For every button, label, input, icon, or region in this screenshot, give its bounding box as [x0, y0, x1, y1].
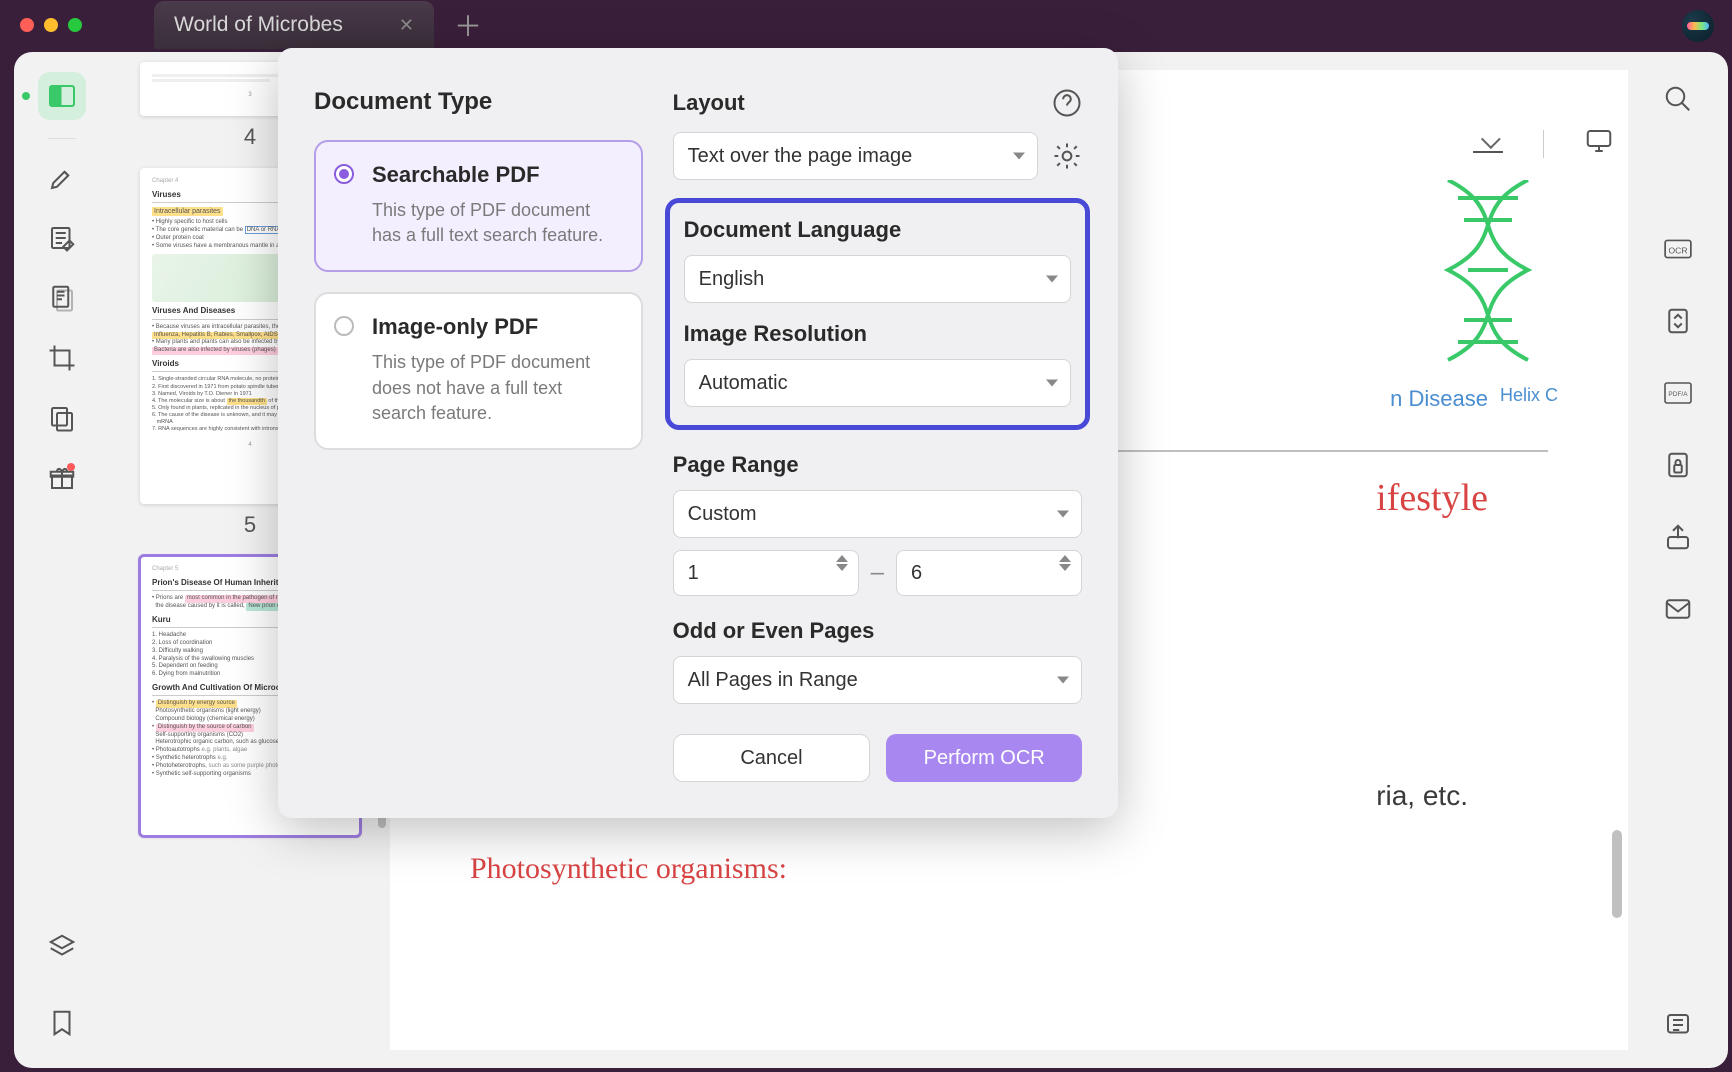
resolution-select[interactable]: Automatic — [684, 359, 1071, 407]
fullscreen-window-icon[interactable] — [68, 18, 82, 32]
divider — [1543, 130, 1544, 158]
stepper-up-icon[interactable] — [836, 555, 848, 562]
tab-title: World of Microbes — [174, 13, 343, 37]
pages-tool-icon[interactable] — [41, 277, 83, 319]
chevron-down-icon — [1057, 511, 1069, 518]
convert-icon[interactable] — [1659, 302, 1697, 340]
divider — [48, 138, 76, 139]
close-window-icon[interactable] — [20, 18, 34, 32]
chevron-down-icon — [1046, 276, 1058, 283]
range-to-value: 6 — [911, 562, 922, 585]
range-from-input[interactable]: 1 — [673, 550, 859, 596]
ocr-dialog: Document Type Searchable PDF This type o… — [278, 48, 1118, 818]
language-select[interactable]: English — [684, 255, 1071, 303]
document-scrollbar[interactable] — [1612, 830, 1622, 918]
mail-icon[interactable] — [1659, 590, 1697, 628]
ocr-icon[interactable]: OCR — [1659, 230, 1697, 268]
presentation-icon[interactable] — [1584, 126, 1614, 161]
gift-icon[interactable] — [41, 457, 83, 499]
bookmark-icon[interactable] — [41, 1002, 83, 1044]
app-mode-icon[interactable] — [38, 72, 86, 120]
odd-even-value: All Pages in Range — [688, 669, 858, 692]
annotate-tool-icon[interactable] — [41, 217, 83, 259]
svg-text:OCR: OCR — [1668, 245, 1687, 255]
page-range-select[interactable]: Custom — [673, 490, 1082, 538]
window-controls — [20, 18, 82, 32]
layers-icon[interactable] — [41, 926, 83, 968]
resolution-value: Automatic — [699, 372, 788, 395]
tabs-area: World of Microbes ✕ ＋ — [154, 1, 482, 49]
app-brand-icon[interactable] — [1682, 10, 1714, 42]
search-icon[interactable] — [1659, 80, 1697, 118]
pdfa-icon[interactable]: PDF/A — [1659, 374, 1697, 412]
help-icon[interactable] — [1052, 88, 1082, 118]
layout-select[interactable]: Text over the page image — [673, 132, 1038, 180]
share-icon[interactable] — [1659, 518, 1697, 556]
chevron-down-icon — [1046, 380, 1058, 387]
image-resolution-label: Image Resolution — [684, 321, 1071, 347]
option-description: This type of PDF document does not have … — [372, 350, 621, 426]
tab-world-of-microbes[interactable]: World of Microbes ✕ — [154, 1, 434, 49]
perform-label: Perform OCR — [924, 747, 1045, 770]
range-from-value: 1 — [688, 562, 699, 585]
document-language-label: Document Language — [684, 217, 1071, 243]
doc-subheading: Photosynthetic organisms: — [470, 852, 1548, 886]
new-tab-button[interactable]: ＋ — [454, 5, 482, 45]
option-description: This type of PDF document has a full tex… — [372, 198, 621, 248]
layout-label: Layout — [673, 90, 745, 116]
helix-illustration: Helix C — [1428, 180, 1558, 406]
odd-even-select[interactable]: All Pages in Range — [673, 656, 1082, 704]
right-sidebar: OCR PDF/A — [1628, 52, 1728, 1068]
stepper-up-icon[interactable] — [1059, 555, 1071, 562]
gear-icon[interactable] — [1052, 141, 1082, 171]
title-bar: World of Microbes ✕ ＋ — [0, 0, 1732, 50]
stepper-down-icon[interactable] — [1059, 564, 1071, 571]
cancel-button[interactable]: Cancel — [673, 734, 871, 782]
notes-icon[interactable] — [1659, 1006, 1697, 1044]
perform-ocr-button[interactable]: Perform OCR — [886, 734, 1082, 782]
copy-tool-icon[interactable] — [41, 397, 83, 439]
page-range-label: Page Range — [673, 452, 1082, 478]
radio-icon — [334, 164, 354, 184]
document-type-label: Document Type — [314, 88, 643, 116]
option-title: Image-only PDF — [372, 314, 621, 340]
svg-text:PDF/A: PDF/A — [1668, 391, 1688, 398]
disease-label: n Disease — [1390, 386, 1488, 412]
layout-value: Text over the page image — [688, 145, 913, 168]
range-dash: – — [871, 559, 884, 587]
dropdown-caret-icon[interactable] — [1473, 135, 1503, 153]
crop-tool-icon[interactable] — [41, 337, 83, 379]
chevron-down-icon — [1013, 153, 1025, 160]
lock-file-icon[interactable] — [1659, 446, 1697, 484]
range-to-input[interactable]: 6 — [896, 550, 1082, 596]
highlighter-tool-icon[interactable] — [41, 157, 83, 199]
minimize-window-icon[interactable] — [44, 18, 58, 32]
option-title: Searchable PDF — [372, 162, 621, 188]
page-range-value: Custom — [688, 503, 757, 526]
radio-icon — [334, 316, 354, 336]
image-only-pdf-option[interactable]: Image-only PDF This type of PDF document… — [314, 292, 643, 450]
top-right-toolbar — [1473, 126, 1614, 161]
cancel-label: Cancel — [740, 747, 802, 770]
chevron-down-icon — [1057, 677, 1069, 684]
left-sidebar — [14, 52, 110, 1068]
close-tab-icon[interactable]: ✕ — [399, 15, 414, 36]
stepper-down-icon[interactable] — [836, 564, 848, 571]
odd-even-label: Odd or Even Pages — [673, 618, 1082, 644]
language-value: English — [699, 268, 765, 291]
highlighted-settings-group: Document Language English Image Resoluti… — [665, 198, 1090, 430]
searchable-pdf-option[interactable]: Searchable PDF This type of PDF document… — [314, 140, 643, 272]
